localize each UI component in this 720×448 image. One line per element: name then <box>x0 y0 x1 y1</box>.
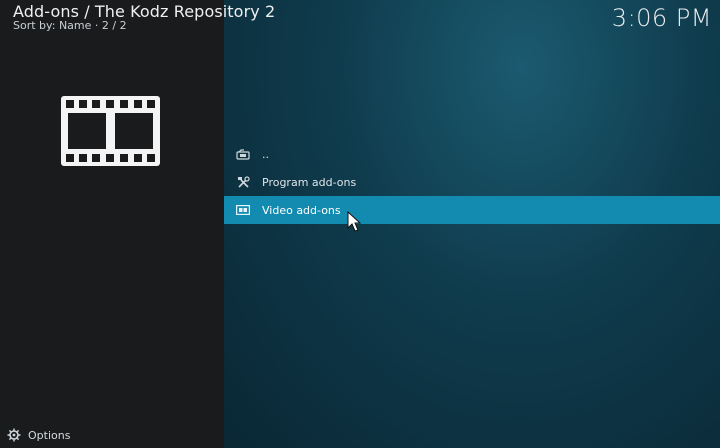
list-item-program-addons[interactable]: Program add-ons <box>224 168 720 196</box>
film-strip-icon <box>61 96 160 166</box>
content-area <box>224 0 720 448</box>
list-item-video-addons[interactable]: Video add-ons <box>224 196 720 224</box>
parent-folder-icon <box>224 148 262 160</box>
mouse-pointer-icon <box>347 211 362 232</box>
list-item-label: .. <box>262 147 269 161</box>
list-item-parent[interactable]: .. <box>224 140 720 168</box>
addon-list: .. Program add-ons Video add-ons <box>224 140 720 224</box>
gear-icon <box>7 428 21 442</box>
sort-info: Sort by: Name · 2 / 2 <box>13 19 127 32</box>
clock: 3:06 PM <box>611 4 712 32</box>
options-label: Options <box>28 428 71 442</box>
kodi-window: Add-ons / The Kodz Repository 2 Sort by:… <box>0 0 720 448</box>
film-icon <box>224 205 262 215</box>
info-panel <box>0 0 224 448</box>
options-button[interactable]: Options <box>7 428 70 442</box>
list-item-label: Video add-ons <box>262 203 341 217</box>
list-item-label: Program add-ons <box>262 175 357 189</box>
tools-icon <box>224 175 262 189</box>
